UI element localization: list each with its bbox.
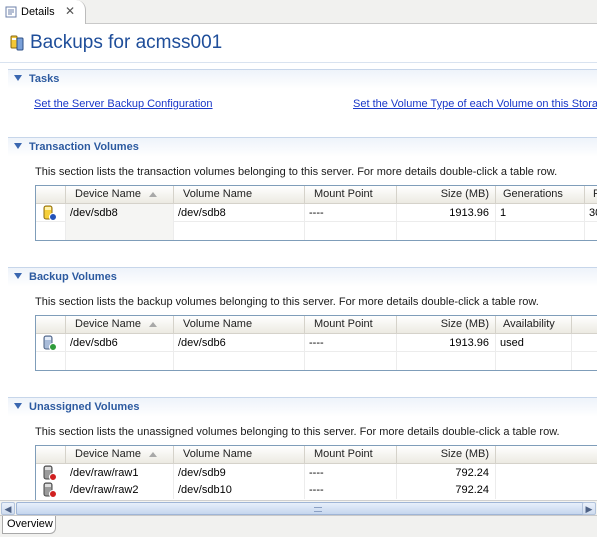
sort-ascending-icon [149,322,157,327]
column-extra[interactable]: F [585,186,597,204]
column-generations[interactable]: Generations [496,186,585,204]
tasks-section: Tasks Set the Server Backup Configuratio… [8,69,597,129]
mount-point-cell: ---- [305,334,397,352]
table-row[interactable]: /dev/sdb8 /dev/sdb8 ---- 1913.96 1 30 [36,204,597,222]
backup-server-icon [10,35,24,51]
backup-volumes-section: Backup Volumes This section lists the ba… [8,267,597,391]
size-cell: 1913.96 [397,204,496,222]
mount-point-cell: ---- [305,481,397,499]
table-row[interactable]: /dev/sdb6 /dev/sdb6 ---- 1913.96 used [36,334,597,352]
collapse-arrow-icon[interactable] [14,75,22,81]
scrollbar-grip-icon [314,507,322,512]
page-title: Backups for acmss001 [30,32,223,53]
icon-cell [36,334,66,352]
tab-details[interactable]: Details ✕ [0,0,86,24]
size-cell: 1913.96 [397,334,496,352]
transaction-section-title: Transaction Volumes [29,141,139,153]
column-size[interactable]: Size (MB) [397,186,496,204]
horizontal-scrollbar[interactable]: ◀ ▶ [0,500,597,515]
column-volume-name[interactable]: Volume Name [174,186,305,204]
transaction-volumes-table[interactable]: Device Name Volume Name Mount Point Size… [35,185,597,241]
scrollbar-thumb[interactable] [16,502,586,515]
form-header: Backups for acmss001 [0,24,597,64]
backup-section-title: Backup Volumes [29,271,117,283]
transaction-section-header[interactable]: Transaction Volumes [8,137,597,157]
device-name-cell: /dev/raw/raw1 [66,464,174,482]
sort-ascending-icon [149,452,157,457]
column-device-name[interactable]: Device Name [66,446,174,464]
device-name-cell: /dev/sdb8 [66,204,174,222]
tab-overview[interactable]: Overview [2,516,56,534]
tab-details-label: Details [21,6,55,18]
page-tab-bar: Overview [0,515,597,537]
table-row-empty [36,352,597,370]
transaction-section-description: This section lists the transaction volum… [35,166,558,178]
table-row[interactable]: /dev/raw/raw2 /dev/sdb10 ---- 792.24 [36,481,597,499]
column-size[interactable]: Size (MB) [397,316,496,334]
column-mount-point[interactable]: Mount Point [305,186,397,204]
sort-ascending-icon [149,192,157,197]
column-volume-name[interactable]: Volume Name [174,316,305,334]
size-cell: 792.24 [397,481,496,499]
header-divider [0,62,597,63]
unassigned-section-title: Unassigned Volumes [29,401,140,413]
device-name-cell: /dev/sdb6 [66,334,174,352]
availability-cell: used [496,334,572,352]
unassigned-section-description: This section lists the unassigned volume… [35,426,560,438]
icon-cell [36,204,66,222]
column-availability[interactable]: Availability [496,316,572,334]
device-name-cell: /dev/raw/raw2 [66,481,174,499]
column-device-name[interactable]: Device Name [66,186,174,204]
table-header: Device Name Volume Name Mount Point Size… [36,316,597,334]
mount-point-cell: ---- [305,464,397,482]
icon-column-header [36,186,66,204]
set-volume-type-link[interactable]: Set the Volume Type of each Volume on th… [353,98,597,110]
details-icon [5,6,17,18]
table-header: Device Name Volume Name Mount Point Size… [36,186,597,204]
scroll-right-icon[interactable]: ▶ [582,502,596,515]
backup-section-header[interactable]: Backup Volumes [8,267,597,287]
volume-name-cell: /dev/sdb9 [174,464,305,482]
volume-name-cell: /dev/sdb8 [174,204,305,222]
column-mount-point[interactable]: Mount Point [305,446,397,464]
extra-cell: 30 [585,204,597,222]
transaction-volumes-section: Transaction Volumes This section lists t… [8,137,597,261]
icon-column-header [36,446,66,464]
editor-tab-bar: Details ✕ [0,0,597,24]
column-size[interactable]: Size (MB) [397,446,496,464]
size-cell: 792.24 [397,464,496,482]
scroll-left-icon[interactable]: ◀ [1,502,15,515]
table-row[interactable]: /dev/raw/raw1 /dev/sdb9 ---- 792.24 [36,464,597,482]
tasks-section-header[interactable]: Tasks [8,69,597,89]
generations-cell: 1 [496,204,585,222]
table-header: Device Name Volume Name Mount Point Size… [36,446,597,464]
column-device-name[interactable]: Device Name [66,316,174,334]
volume-name-cell: /dev/sdb10 [174,481,305,499]
unassigned-volumes-section: Unassigned Volumes This section lists th… [8,397,597,500]
column-mount-point[interactable]: Mount Point [305,316,397,334]
unassigned-volume-icon [43,482,57,498]
collapse-arrow-icon[interactable] [14,403,22,409]
column-volume-name[interactable]: Volume Name [174,446,305,464]
mount-point-cell: ---- [305,204,397,222]
unassigned-volume-icon [43,465,57,481]
unassigned-section-header[interactable]: Unassigned Volumes [8,397,597,417]
details-editor: Backups for acmss001 Tasks Set the Serve… [0,24,597,500]
volume-name-cell: /dev/sdb6 [174,334,305,352]
unassigned-volumes-table[interactable]: Device Name Volume Name Mount Point Size… [35,445,597,500]
set-server-backup-config-link[interactable]: Set the Server Backup Configuration [34,98,213,110]
table-row-empty [36,222,597,240]
close-icon[interactable]: ✕ [64,5,76,17]
backup-section-description: This section lists the backup volumes be… [35,296,539,308]
icon-column-header [36,316,66,334]
tasks-section-title: Tasks [29,73,60,85]
collapse-arrow-icon[interactable] [14,143,22,149]
backup-volumes-table[interactable]: Device Name Volume Name Mount Point Size… [35,315,597,371]
collapse-arrow-icon[interactable] [14,273,22,279]
